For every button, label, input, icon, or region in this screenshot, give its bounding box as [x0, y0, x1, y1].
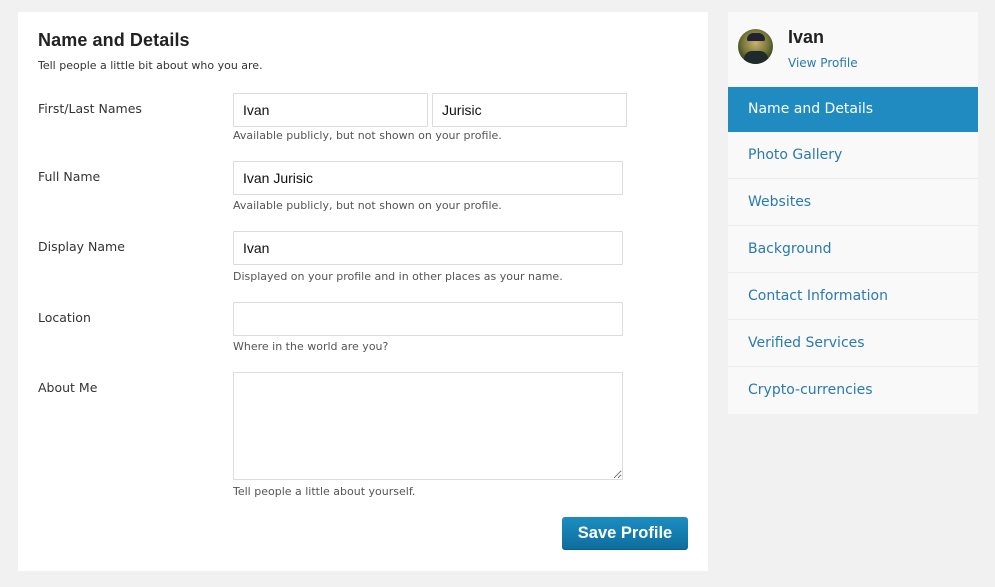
last-name-input[interactable]	[432, 93, 627, 127]
profile-name: Ivan	[788, 27, 825, 47]
location-label: Location	[38, 310, 91, 325]
sidebar-item-websites[interactable]: Websites	[728, 179, 978, 226]
full-name-input[interactable]	[233, 161, 623, 195]
settings-nav: Name and Details Photo Gallery Websites …	[728, 87, 978, 414]
settings-sidebar: Ivan View Profile Name and Details Photo…	[728, 12, 978, 414]
about-me-textarea[interactable]	[233, 372, 623, 480]
sidebar-item-verified-services[interactable]: Verified Services	[728, 320, 978, 367]
display-name-input[interactable]	[233, 231, 623, 265]
location-hint: Where in the world are you?	[233, 340, 389, 353]
sidebar-item-photo-gallery[interactable]: Photo Gallery	[728, 132, 978, 179]
full-name-hint: Available publicly, but not shown on you…	[233, 199, 502, 212]
page-subtitle: Tell people a little bit about who you a…	[38, 59, 263, 72]
display-name-hint: Displayed on your profile and in other p…	[233, 270, 563, 283]
avatar-shirt-shape	[744, 51, 768, 64]
profile-form-panel: Name and Details Tell people a little bi…	[18, 12, 708, 571]
full-name-label: Full Name	[38, 169, 101, 184]
profile-summary: Ivan View Profile	[728, 12, 978, 87]
view-profile-link[interactable]: View Profile	[788, 56, 858, 70]
about-me-label: About Me	[38, 380, 98, 395]
save-profile-button[interactable]: Save Profile	[562, 517, 688, 550]
sidebar-item-background[interactable]: Background	[728, 226, 978, 273]
avatar-cap-shape	[747, 33, 765, 41]
sidebar-item-name-and-details[interactable]: Name and Details	[728, 87, 978, 132]
sidebar-item-crypto-currencies[interactable]: Crypto-currencies	[728, 367, 978, 414]
display-name-label: Display Name	[38, 239, 125, 254]
location-input[interactable]	[233, 302, 623, 336]
about-me-hint: Tell people a little about yourself.	[233, 485, 416, 498]
first-name-input[interactable]	[233, 93, 428, 127]
page-title: Name and Details	[38, 30, 190, 50]
avatar[interactable]	[738, 29, 773, 64]
names-hint: Available publicly, but not shown on you…	[233, 129, 502, 142]
names-label: First/Last Names	[38, 101, 142, 116]
sidebar-item-contact-information[interactable]: Contact Information	[728, 273, 978, 320]
